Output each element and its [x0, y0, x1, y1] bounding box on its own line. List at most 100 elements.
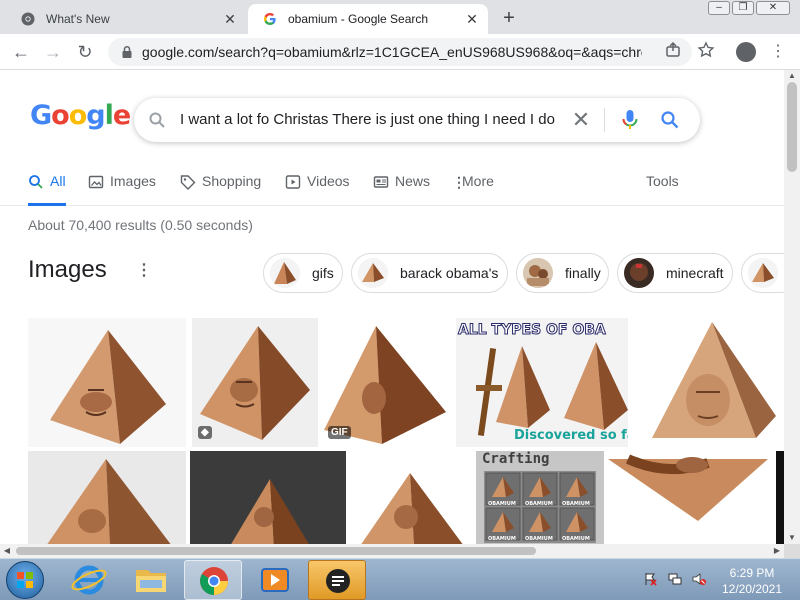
image-result[interactable]	[350, 451, 472, 544]
horizontal-scrollbar[interactable]: ◀ ▶	[0, 544, 784, 558]
star-icon[interactable]	[697, 41, 715, 59]
close-icon[interactable]: ✕	[464, 11, 480, 27]
image-result[interactable]: GIF	[322, 318, 452, 447]
search-type-tabs: All Images Shopping Videos News ⋮ More T…	[0, 170, 784, 206]
screen: What's New ✕ obamium - Google Search ✕ +…	[0, 0, 800, 600]
logo-letter: l	[104, 100, 114, 131]
overlay-title: ALL TYPES OF OBA	[458, 322, 607, 339]
tab-label: All	[50, 173, 66, 189]
file-explorer-icon[interactable]	[122, 560, 180, 600]
start-button[interactable]	[6, 561, 44, 599]
browser-toolbar: ← → ↻ google.com/search?q=obamium&rlz=1C…	[0, 34, 800, 70]
pyramid-image	[652, 322, 776, 438]
play-icon	[285, 175, 301, 189]
scrollbar-thumb[interactable]	[16, 547, 536, 555]
maximize-button[interactable]: ❐	[732, 1, 754, 15]
lock-icon	[122, 45, 132, 58]
chip-label: finally	[565, 265, 601, 281]
forward-arrow-icon[interactable]: →	[42, 41, 64, 63]
logo-letter: o	[51, 100, 70, 131]
profile-avatar-icon[interactable]	[736, 42, 756, 62]
chip-more[interactable]	[741, 253, 784, 293]
search-input[interactable]: I want a lot fo Christas There is just o…	[180, 98, 568, 142]
image-result[interactable]	[632, 318, 784, 447]
taskbar-clock[interactable]: 6:29 PM 12/20/2021	[712, 565, 792, 597]
internet-explorer-icon[interactable]	[60, 560, 118, 600]
search-submit-icon[interactable]	[660, 110, 680, 130]
image-result[interactable]	[28, 451, 186, 544]
image-result[interactable]	[608, 451, 784, 544]
tab-label: News	[395, 173, 431, 189]
microphone-icon[interactable]	[621, 109, 639, 131]
windows-taskbar: 6:29 PM 12/20/2021	[0, 558, 800, 600]
scroll-up-icon[interactable]: ▲	[784, 70, 800, 82]
tools-button[interactable]: Tools	[646, 173, 679, 189]
close-icon[interactable]: ✕	[222, 11, 238, 27]
reload-icon[interactable]: ↻	[74, 41, 96, 63]
address-bar[interactable]: google.com/search?q=obamium&rlz=1C1GCEA_…	[108, 38, 692, 66]
tab-more[interactable]: ⋮ More	[452, 170, 494, 206]
chrome-icon	[20, 11, 36, 27]
messenger-taskbar-icon[interactable]	[308, 560, 366, 600]
clear-search-icon[interactable]: ✕	[570, 109, 592, 131]
scroll-left-icon[interactable]: ◀	[0, 544, 14, 558]
chip-finally[interactable]: finally	[516, 253, 609, 293]
scroll-down-icon[interactable]: ▼	[784, 532, 800, 544]
browser-tab-obamium[interactable]: obamium - Google Search ✕	[248, 4, 488, 34]
chrome-menu-icon[interactable]: ⋮	[770, 42, 786, 62]
chip-gifs[interactable]: gifs	[263, 253, 343, 293]
tab-videos[interactable]: Videos	[285, 170, 350, 206]
newspaper-icon	[373, 176, 389, 188]
images-menu-icon[interactable]: ⋮	[136, 262, 152, 280]
image-result[interactable]: ALL TYPES OF OBA Discovered so fa	[456, 318, 628, 447]
chip-label: barack obama's	[400, 265, 499, 281]
tab-shopping[interactable]: Shopping	[180, 170, 261, 206]
image-icon	[88, 175, 104, 189]
tag-icon	[180, 175, 196, 190]
chip-thumbnail	[358, 258, 388, 288]
media-player-icon[interactable]	[246, 560, 304, 600]
chip-barack-obamas[interactable]: barack obama's	[351, 253, 508, 293]
back-arrow-icon[interactable]: ←	[10, 41, 32, 63]
tab-all[interactable]: All	[28, 170, 66, 206]
gif-badge: GIF	[328, 426, 351, 439]
tab-images[interactable]: Images	[88, 170, 156, 206]
image-result[interactable]: Crafting OBAMIUM OBAMIUM OBAMIUM OBAMIUM…	[476, 451, 604, 544]
google-logo[interactable]: Google	[30, 100, 131, 131]
address-url: google.com/search?q=obamium&rlz=1C1GCEA_…	[142, 44, 642, 60]
logo-letter: o	[68, 100, 88, 131]
chrome-taskbar-icon[interactable]	[184, 560, 242, 600]
pyramid-image	[47, 459, 171, 544]
action-center-flag-icon[interactable]	[644, 572, 658, 586]
image-result[interactable]	[28, 318, 186, 447]
scrollbar-thumb[interactable]	[787, 82, 797, 172]
grid-label: OBAMIUM	[525, 536, 553, 542]
image-result[interactable]	[190, 451, 346, 544]
chip-thumbnail	[748, 258, 778, 288]
vertical-scrollbar[interactable]: ▲ ▼	[784, 70, 800, 544]
logo-letter: G	[30, 100, 52, 131]
logo-letter: g	[86, 100, 105, 131]
chip-minecraft[interactable]: minecraft	[617, 253, 733, 293]
share-icon[interactable]	[664, 41, 682, 59]
images-heading: Images	[28, 256, 107, 283]
image-result[interactable]: ◆	[192, 318, 318, 447]
search-icon	[29, 175, 43, 189]
search-box[interactable]: I want a lot fo Christas There is just o…	[134, 98, 700, 142]
crafting-grid	[484, 471, 596, 543]
tab-label: Images	[110, 173, 156, 189]
network-icon[interactable]	[668, 572, 682, 586]
close-window-button[interactable]: ✕	[756, 1, 790, 15]
pyramid-image	[231, 479, 309, 544]
browser-tab-whats-new[interactable]: What's New ✕	[6, 4, 246, 34]
new-tab-button[interactable]: +	[497, 7, 521, 31]
grid-label: OBAMIUM	[562, 536, 590, 542]
tab-news[interactable]: News	[373, 170, 430, 206]
volume-muted-icon[interactable]	[692, 572, 706, 586]
scroll-right-icon[interactable]: ▶	[770, 544, 784, 558]
search-icon	[149, 112, 165, 128]
chip-thumbnail	[523, 258, 553, 288]
grid-label: OBAMIUM	[488, 501, 516, 507]
minimize-button[interactable]: ‒	[708, 1, 730, 15]
pyramid-image	[361, 473, 463, 544]
